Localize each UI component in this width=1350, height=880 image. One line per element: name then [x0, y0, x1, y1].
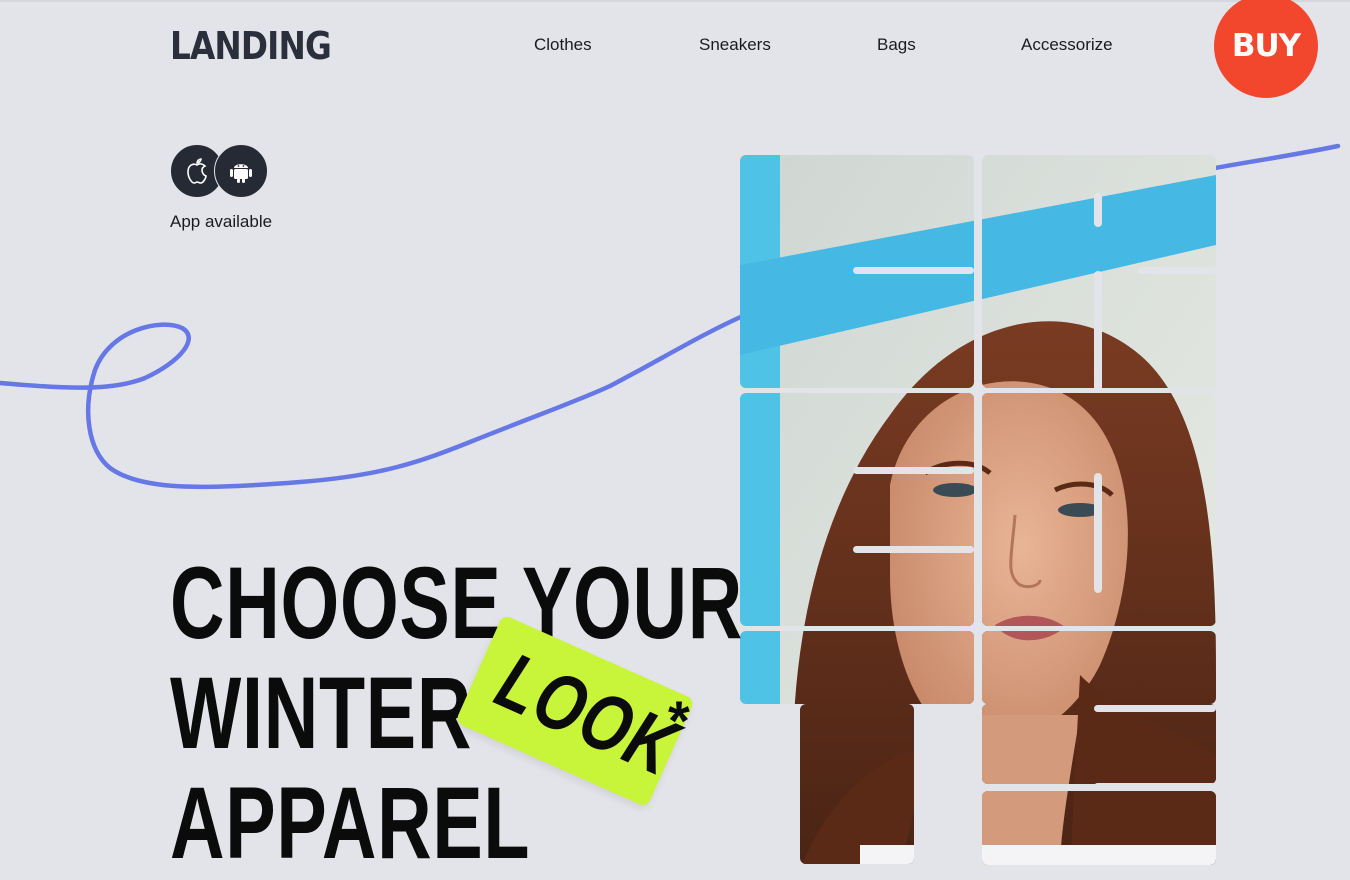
mosaic-divider — [1094, 705, 1216, 712]
mosaic-divider — [1138, 267, 1216, 274]
mosaic-divider — [853, 467, 974, 474]
photo-tile — [740, 631, 974, 704]
nav-link-sneakers[interactable]: Sneakers — [699, 35, 771, 55]
mosaic-divider — [853, 267, 974, 274]
nav-link-bags[interactable]: Bags — [877, 35, 916, 55]
mosaic-divider — [1094, 473, 1102, 593]
photo-tile — [982, 704, 1216, 784]
mosaic-divider — [1094, 783, 1216, 790]
mosaic-divider — [1094, 193, 1102, 227]
top-border — [0, 0, 1350, 2]
nav-link-clothes[interactable]: Clothes — [534, 35, 592, 55]
photo-tile — [740, 393, 974, 626]
nav-link-accessorize[interactable]: Accessorize — [1021, 35, 1113, 55]
photo-tile — [982, 631, 1216, 704]
mosaic-divider — [1094, 271, 1102, 391]
app-store-icons — [170, 144, 270, 199]
photo-tile — [800, 704, 914, 864]
app-available-label: App available — [170, 212, 273, 231]
look-asterisk: * — [668, 689, 690, 752]
mosaic-divider — [853, 546, 974, 553]
photo-tile — [982, 791, 1216, 865]
headline-line-1: CHOOSE YOUR — [170, 546, 743, 660]
buy-button[interactable]: BUY — [1214, 0, 1318, 98]
logo[interactable]: LANDING — [170, 24, 332, 68]
android-icon[interactable] — [214, 144, 268, 198]
